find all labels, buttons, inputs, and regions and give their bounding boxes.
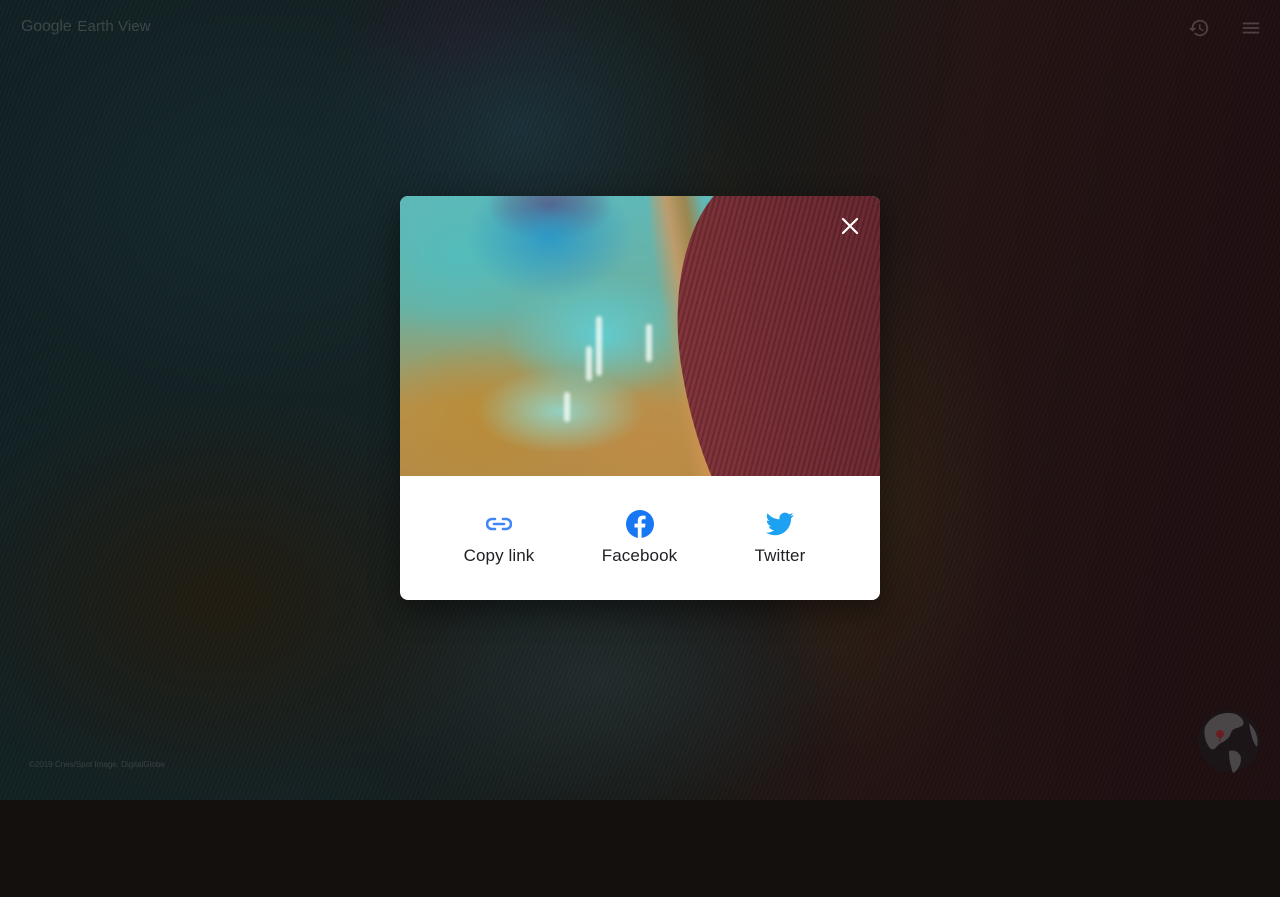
logo-brand: Google [21,18,72,35]
facebook-icon [625,510,654,538]
twitter-icon [766,512,794,536]
globe-icon [1198,710,1260,773]
history-button[interactable] [1187,16,1211,40]
history-icon [1188,19,1209,37]
share-options: Copy link Facebook Twitter [400,476,880,600]
share-dialog: Copy link Facebook Twitter [400,196,880,600]
link-icon [486,517,512,531]
preview-plume [596,316,602,376]
twitter-label: Twitter [754,546,806,565]
image-attribution: ©2019 Cnes/Spot Image, DigitalGlobe [29,760,165,769]
close-icon [841,217,859,235]
menu-icon [1242,22,1260,34]
preview-plume [564,392,570,422]
app-logo[interactable]: Google Earth View [21,18,151,36]
twitter-share-button[interactable]: Twitter [724,510,836,566]
copy-link-label: Copy link [463,546,535,565]
close-button[interactable] [838,214,862,238]
menu-button[interactable] [1239,16,1263,40]
facebook-label: Facebook [601,546,678,565]
globe-button[interactable] [1195,707,1263,775]
facebook-share-button[interactable]: Facebook [584,510,696,566]
preview-plume [646,324,652,362]
logo-product: Earth View [77,18,151,35]
preview-plume [586,346,592,381]
share-preview-image [400,196,880,476]
copy-link-button[interactable]: Copy link [443,510,555,566]
